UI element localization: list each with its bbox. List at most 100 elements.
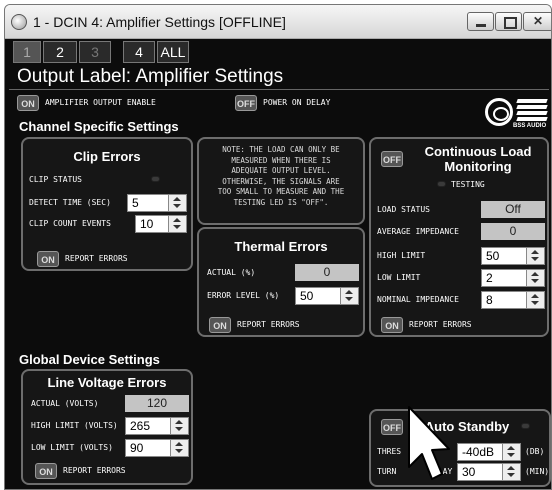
line-high-limit-stepper[interactable]: 265 xyxy=(125,417,189,435)
power-delay-toggle[interactable]: OFF xyxy=(235,95,257,111)
amp-enable-label: AMPLIFIER OUTPUT ENABLE xyxy=(45,98,156,107)
avg-impedance-label: AVERAGE IMPEDANCE xyxy=(377,227,459,236)
minimize-button[interactable] xyxy=(467,12,494,31)
clip-report-toggle[interactable]: ON xyxy=(37,251,59,267)
threshold-stepper[interactable]: -40dB xyxy=(457,443,521,461)
threshold-value: -40dB xyxy=(462,445,495,459)
detect-time-stepper[interactable]: 5 xyxy=(127,194,187,212)
stepper-arrows-icon[interactable] xyxy=(502,444,520,460)
line-voltage-title: Line Voltage Errors xyxy=(47,375,167,390)
auto-standby-led xyxy=(521,423,530,429)
divider xyxy=(9,89,549,90)
close-button[interactable]: ✕ xyxy=(523,12,551,31)
continuous-load-title: Continuous Load Monitoring xyxy=(413,144,543,174)
high-limit-stepper[interactable]: 50 xyxy=(481,247,545,265)
stepper-arrows-icon[interactable] xyxy=(168,195,186,211)
delay-unit: (MIN) xyxy=(525,467,550,476)
low-limit-value: 2 xyxy=(486,271,493,285)
note-line: ADEQUATE OUTPUT LEVEL. xyxy=(231,166,331,175)
app-icon xyxy=(11,14,27,30)
stepper-arrows-icon[interactable] xyxy=(526,270,544,286)
stepper-arrows-icon[interactable] xyxy=(340,288,358,304)
tab-2[interactable]: 2 xyxy=(43,41,77,63)
nominal-impedance-label: NOMINAL IMPEDANCE xyxy=(377,295,459,304)
maximize-button[interactable] xyxy=(495,12,522,31)
load-report-toggle[interactable]: ON xyxy=(381,317,403,333)
nominal-impedance-stepper[interactable]: 8 xyxy=(481,291,545,309)
line-actual-label: ACTUAL (VOLTS) xyxy=(31,399,99,408)
thermal-report-label: REPORT ERRORS xyxy=(237,320,300,329)
load-status-value: Off xyxy=(481,201,545,218)
clip-status-label: CLIP STATUS xyxy=(29,175,82,184)
stepper-arrows-icon[interactable] xyxy=(170,418,188,434)
note-line: TESTING LED IS "OFF". xyxy=(233,197,329,207)
error-level-stepper[interactable]: 50 xyxy=(295,287,359,305)
thermal-report-toggle[interactable]: ON xyxy=(209,317,231,333)
note-line: TOO SMALL TO MEASURE AND THE xyxy=(217,187,345,196)
clip-report-label: REPORT ERRORS xyxy=(65,254,128,263)
avg-impedance-value: 0 xyxy=(481,223,545,240)
clip-count-stepper[interactable]: 10 xyxy=(135,215,187,233)
low-limit-stepper[interactable]: 2 xyxy=(481,269,545,287)
delay-label: TURN xyxy=(377,467,397,476)
delay-stepper[interactable]: 30 xyxy=(457,463,521,481)
clip-count-value: 10 xyxy=(140,217,154,231)
load-report-label: REPORT ERRORS xyxy=(409,320,472,329)
app-window: 1 - DCIN 4: Amplifier Settings [OFFLINE]… xyxy=(4,4,552,490)
auto-standby-toggle[interactable]: OFF xyxy=(381,419,403,435)
clip-status-led xyxy=(151,176,160,182)
tab-4[interactable]: 4 xyxy=(123,41,155,63)
stepper-arrows-icon[interactable] xyxy=(526,248,544,264)
bss-bars-logo-icon xyxy=(516,99,548,121)
threshold-unit: (dB) xyxy=(525,447,545,456)
stepper-arrows-icon[interactable] xyxy=(502,464,520,480)
tab-1[interactable]: 1 xyxy=(13,41,41,63)
line-high-limit-label: HIGH LIMIT (VOLTS) xyxy=(31,421,118,430)
channel-settings-heading: Channel Specific Settings xyxy=(19,119,179,134)
threshold-label: THRES xyxy=(377,447,402,456)
note-line: MEASURED WHEN THERE IS xyxy=(231,155,331,165)
load-status-label: LOAD STATUS xyxy=(377,205,430,214)
note-line: NOTE: THE LOAD CAN ONLY BE xyxy=(222,145,340,154)
line-low-limit-stepper[interactable]: 90 xyxy=(125,439,189,457)
window-title: 1 - DCIN 4: Amplifier Settings [OFFLINE] xyxy=(33,14,286,30)
thermal-errors-title: Thermal Errors xyxy=(234,239,328,254)
clip-errors-panel: Clip Errors CLIP STATUS DETECT TIME (SEC… xyxy=(21,137,193,271)
thermal-errors-panel: Thermal Errors ACTUAL (%) 0 ERROR LEVEL … xyxy=(197,227,365,337)
line-report-toggle[interactable]: ON xyxy=(35,463,57,479)
note-line: OTHERWISE, THE SIGNALS ARE xyxy=(222,176,340,186)
low-limit-label: LOW LIMIT xyxy=(377,273,421,282)
global-settings-heading: Global Device Settings xyxy=(19,352,160,367)
auto-standby-panel: OFF Auto Standby THRES -40dB (dB) TURN E… xyxy=(369,409,551,487)
thermal-actual-value: 0 xyxy=(295,264,359,281)
error-level-value: 50 xyxy=(300,289,314,303)
continuous-load-panel: OFF Continuous Load Monitoring TESTING L… xyxy=(369,137,549,337)
stepper-arrows-icon[interactable] xyxy=(526,292,544,308)
clip-count-label: CLIP COUNT EVENTS xyxy=(29,219,111,228)
detect-time-value: 5 xyxy=(132,196,139,210)
line-report-label: REPORT ERRORS xyxy=(63,466,126,475)
output-label: Output Label: Amplifier Settings xyxy=(17,66,284,87)
mouse-pointer-icon xyxy=(408,406,450,480)
stepper-arrows-icon[interactable] xyxy=(168,216,186,232)
high-limit-value: 50 xyxy=(486,249,500,263)
line-low-limit-label: LOW LIMIT (VOLTS) xyxy=(31,443,113,452)
line-actual-value: 120 xyxy=(125,395,189,412)
tab-all[interactable]: ALL xyxy=(157,41,189,63)
bss-circle-logo-icon xyxy=(485,98,513,126)
clip-errors-title: Clip Errors xyxy=(73,149,141,164)
close-icon: ✕ xyxy=(532,14,544,28)
load-note-text: NOTE: THE LOAD CAN ONLY BE MEASURED WHEN… xyxy=(201,145,361,208)
delay-value: 30 xyxy=(462,465,476,479)
nominal-impedance-value: 8 xyxy=(486,293,493,307)
continuous-load-toggle[interactable]: OFF xyxy=(381,151,403,167)
tab-3[interactable]: 3 xyxy=(79,41,111,63)
load-note-box: NOTE: THE LOAD CAN ONLY BE MEASURED WHEN… xyxy=(197,137,365,225)
maximize-icon xyxy=(496,13,521,30)
testing-label: TESTING xyxy=(451,180,485,189)
power-delay-label: POWER ON DELAY xyxy=(263,98,331,107)
continuous-load-title-line2: Monitoring xyxy=(444,159,512,174)
amp-enable-toggle[interactable]: ON xyxy=(17,95,39,111)
stepper-arrows-icon[interactable] xyxy=(170,440,188,456)
error-level-label: ERROR LEVEL (%) xyxy=(207,291,280,300)
